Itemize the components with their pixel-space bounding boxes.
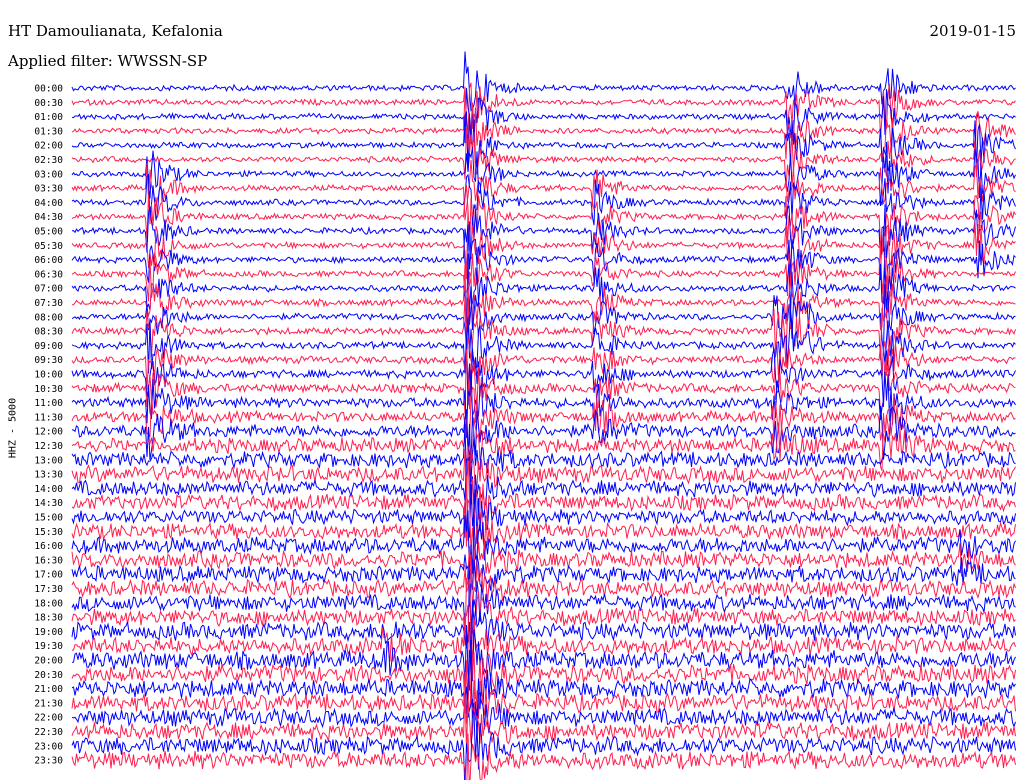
row-time-label: 05:30 [34,241,63,252]
row-time-label: 04:30 [34,212,63,223]
row-time-label: 20:00 [34,656,63,667]
row-time-label: 03:00 [34,169,63,180]
row-time-label: 01:30 [34,126,63,137]
row-time-label: 20:30 [34,670,63,681]
seismic-trace-row [71,296,1016,368]
row-time-label: 22:00 [34,713,63,724]
row-time-label: 00:00 [34,84,63,95]
row-time-label: 01:00 [34,112,63,123]
row-time-label: 10:00 [34,370,63,381]
row-time-label: 12:00 [34,427,63,438]
row-time-label: 16:00 [34,541,63,552]
row-time-label: 11:30 [34,412,63,423]
row-time-label: 12:30 [34,441,63,452]
row-time-label: 11:00 [34,398,63,409]
row-time-label: 03:30 [34,184,63,195]
row-time-label: 09:00 [34,341,63,352]
row-time-label: 07:00 [34,284,63,295]
row-time-label: 19:30 [34,641,63,652]
row-time-label: 02:30 [34,155,63,166]
seismic-trace-row [71,185,1016,252]
row-time-label: 14:30 [34,498,63,509]
row-time-label: 06:00 [34,255,63,266]
seismic-trace-row [71,146,1016,207]
seismic-trace-row [71,284,1016,352]
seismic-trace-row [71,243,1016,302]
row-time-label: 04:00 [34,198,63,209]
seismic-trace-row [71,412,1016,477]
row-time-label: 14:00 [34,484,63,495]
row-time-label: 19:00 [34,627,63,638]
row-time-label: 06:30 [34,269,63,280]
seismic-trace-row [71,253,1016,325]
row-time-label: 15:00 [34,513,63,524]
seismic-trace-row [71,733,1016,780]
seismic-trace-row [71,709,1016,780]
row-time-label: 05:00 [34,227,63,238]
seismic-trace-row [71,446,1016,504]
row-time-label: 17:30 [34,584,63,595]
row-time-label: 09:30 [34,355,63,366]
row-time-label: 08:30 [34,327,63,338]
seismogram-plot: 00:00 00:30 01:00 01:30 02:00 02:30 03:00 03:30… [34,51,1016,780]
row-time-label: 13:30 [34,470,63,481]
row-time-label: 15:30 [34,527,63,538]
seismic-trace-row [71,310,1016,379]
row-time-label: 18:00 [34,598,63,609]
row-time-label: 02:00 [34,141,63,152]
row-time-label: 10:30 [34,384,63,395]
seismic-trace-row [71,209,1016,280]
seismic-trace-row [72,264,1016,338]
seismic-trace-row [71,693,1016,749]
row-time-label: 13:00 [34,455,63,466]
seismic-trace-row [71,87,1016,144]
row-time-label: 23:00 [34,741,63,752]
row-time-label: 00:30 [34,98,63,109]
row-time-label: 07:30 [34,298,63,309]
row-time-label: 18:30 [34,613,63,624]
helicorder-page: HT Damoulianata, Kefalonia Applied filte… [0,0,1024,780]
seismic-trace-row [71,159,1016,221]
row-time-label: 21:00 [34,684,63,695]
row-time-label: 21:30 [34,698,63,709]
seismic-trace-row [71,111,1016,173]
seismic-trace-row [71,599,1016,665]
seismic-trace-row [71,204,1016,268]
row-time-label: 16:30 [34,555,63,566]
seismic-trace-row [71,128,1016,189]
row-time-label: 17:00 [34,570,63,581]
row-time-label: 22:30 [34,727,63,738]
row-time-label: 23:30 [34,756,63,767]
row-time-label: 08:00 [34,312,63,323]
